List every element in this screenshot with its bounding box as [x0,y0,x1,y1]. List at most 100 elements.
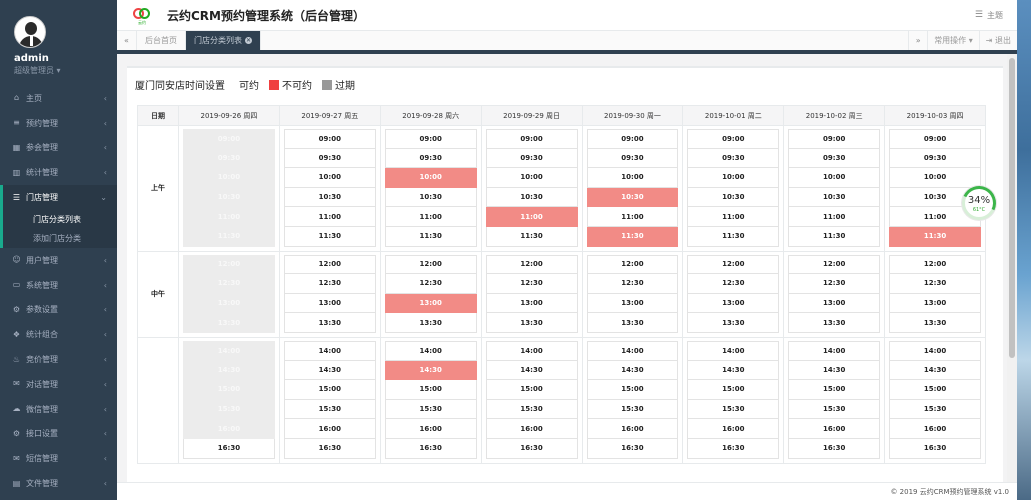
time-slot[interactable]: 16:00 [586,419,679,439]
sidebar-item-14[interactable]: ▤ 文件管理 ‹ [0,471,117,496]
time-slot[interactable]: 14:00 [586,340,679,361]
time-slot[interactable]: 09:30 [283,148,376,169]
time-slot[interactable]: 10:30 [687,187,780,208]
time-slot[interactable]: 15:00 [889,380,981,400]
time-slot[interactable]: 15:30 [586,399,679,420]
time-slot[interactable]: 14:30 [788,360,881,381]
time-slot[interactable]: 14:00 [687,340,780,361]
time-slot[interactable]: 09:00 [788,129,881,149]
time-slot[interactable]: 12:00 [687,254,780,275]
time-slot[interactable]: 13:30 [687,313,780,333]
time-slot[interactable]: 11:30 [384,226,477,247]
time-slot[interactable]: 09:30 [788,148,881,169]
time-slot[interactable]: 10:30 [788,187,881,208]
time-slot[interactable]: 10:30 [485,187,578,208]
tab-scroll-right-button[interactable]: » [908,31,929,50]
time-slot[interactable]: 12:00 [384,254,477,275]
time-slot[interactable]: 16:00 [485,419,578,439]
time-slot[interactable]: 15:00 [687,380,780,400]
time-slot[interactable]: 13:00 [283,293,376,314]
time-slot[interactable]: 14:30 [889,360,981,381]
time-slot[interactable]: 15:30 [384,399,477,420]
user-role-dropdown[interactable]: 超级管理员 ▾ [14,65,117,76]
time-slot[interactable]: 13:30 [384,313,477,333]
sidebar-item-13[interactable]: ✉ 短信管理 ‹ [0,446,117,471]
time-slot[interactable]: 09:30 [485,148,578,169]
time-slot[interactable]: 12:30 [283,274,376,294]
time-slot[interactable]: 09:00 [485,129,578,149]
time-slot[interactable]: 16:30 [384,438,477,459]
time-slot[interactable]: 14:00 [788,340,881,361]
time-slot[interactable]: 15:00 [586,380,679,400]
time-slot[interactable]: 09:30 [687,148,780,169]
vertical-scrollbar[interactable] [1007,54,1017,482]
sidebar-item-1[interactable]: ≡ 预约管理 ‹ [0,111,117,136]
common-ops-dropdown[interactable]: 常用操作 ▾ [928,31,980,50]
avatar[interactable] [14,16,46,48]
sidebar-item-12[interactable]: ⚙ 接口设置 ‹ [0,422,117,447]
time-slot[interactable]: 13:00 [687,293,780,314]
sidebar-item-2[interactable]: ▦ 参会管理 ‹ [0,136,117,161]
theme-button[interactable]: ☰ 主题 [975,10,1003,21]
sidebar-item-11[interactable]: ☁ 微信管理 ‹ [0,397,117,422]
time-slot[interactable]: 11:00 [586,207,679,227]
time-slot[interactable]: 10:00 [283,168,376,188]
tab-home[interactable]: 后台首页 [137,31,186,50]
time-slot[interactable]: 10:00 [788,168,881,188]
time-slot[interactable]: 14:00 [384,340,477,361]
tab-store-category-list[interactable]: 门店分类列表 ✕ [186,31,261,50]
sidebar-item-8[interactable]: ❖ 统计组合 ‹ [0,322,117,347]
sidebar-item-6[interactable]: ▭ 系统管理 ‹ [0,273,117,298]
time-slot[interactable]: 12:30 [788,274,881,294]
time-slot[interactable]: 12:30 [687,274,780,294]
time-slot[interactable]: 16:00 [384,419,477,439]
time-slot[interactable]: 15:00 [384,380,477,400]
system-monitor-widget[interactable]: 34% 61°C [957,181,1001,225]
time-slot[interactable]: 09:30 [889,148,981,169]
sidebar-item-3[interactable]: ▥ 统计管理 ‹ [0,160,117,185]
time-slot[interactable]: 13:00 [788,293,881,314]
time-slot[interactable]: 16:30 [687,438,780,459]
time-slot[interactable]: 16:30 [889,438,981,459]
time-slot[interactable]: 15:00 [485,380,578,400]
sidebar-subitem-0[interactable]: 门店分类列表 [0,209,117,229]
time-slot[interactable]: 09:00 [687,129,780,149]
time-slot[interactable]: 12:00 [788,254,881,275]
close-tab-icon[interactable]: ✕ [245,37,252,44]
time-slot[interactable]: 16:00 [889,419,981,439]
time-slot[interactable]: 15:30 [687,399,780,420]
time-slot[interactable]: 13:30 [485,313,578,333]
time-slot[interactable]: 15:00 [788,380,881,400]
time-slot[interactable]: 09:00 [889,129,981,149]
sidebar-item-10[interactable]: ✉ 对话管理 ‹ [0,372,117,397]
time-slot[interactable]: 12:00 [889,254,981,275]
time-slot[interactable]: 13:30 [889,313,981,333]
time-slot[interactable]: 14:30 [283,360,376,381]
time-slot[interactable]: 16:30 [788,438,881,459]
time-slot[interactable]: 12:30 [586,274,679,294]
time-slot[interactable]: 16:30 [183,438,275,459]
time-slot[interactable]: 10:30 [384,187,477,208]
time-slot[interactable]: 09:30 [384,148,477,169]
time-slot[interactable]: 13:30 [788,313,881,333]
time-slot[interactable]: 14:30 [586,360,679,381]
time-slot[interactable]: 12:00 [586,254,679,275]
time-slot[interactable]: 12:30 [485,274,578,294]
time-slot[interactable]: 13:00 [485,293,578,314]
time-slot[interactable]: 16:00 [687,419,780,439]
time-slot[interactable]: 15:30 [889,399,981,420]
exit-button[interactable]: ⇥ 退出 [980,31,1017,50]
time-slot[interactable]: 13:30 [586,313,679,333]
sidebar-item-7[interactable]: ⚙ 参数设置 ‹ [0,298,117,323]
time-slot[interactable]: 13:30 [283,313,376,333]
sidebar-item-5[interactable]: ☺ 用户管理 ‹ [0,248,117,273]
time-slot[interactable]: 14:30 [485,360,578,381]
time-slot[interactable]: 09:00 [384,129,477,149]
sidebar-item-9[interactable]: ♨ 竞价管理 ‹ [0,347,117,372]
sidebar-subitem-1[interactable]: 添加门店分类 [0,228,117,248]
time-slot[interactable]: 10:00 [485,168,578,188]
time-slot[interactable]: 15:30 [788,399,881,420]
time-slot[interactable]: 14:30 [687,360,780,381]
time-slot[interactable]: 11:00 [283,207,376,227]
time-slot[interactable]: 13:00 [586,293,679,314]
